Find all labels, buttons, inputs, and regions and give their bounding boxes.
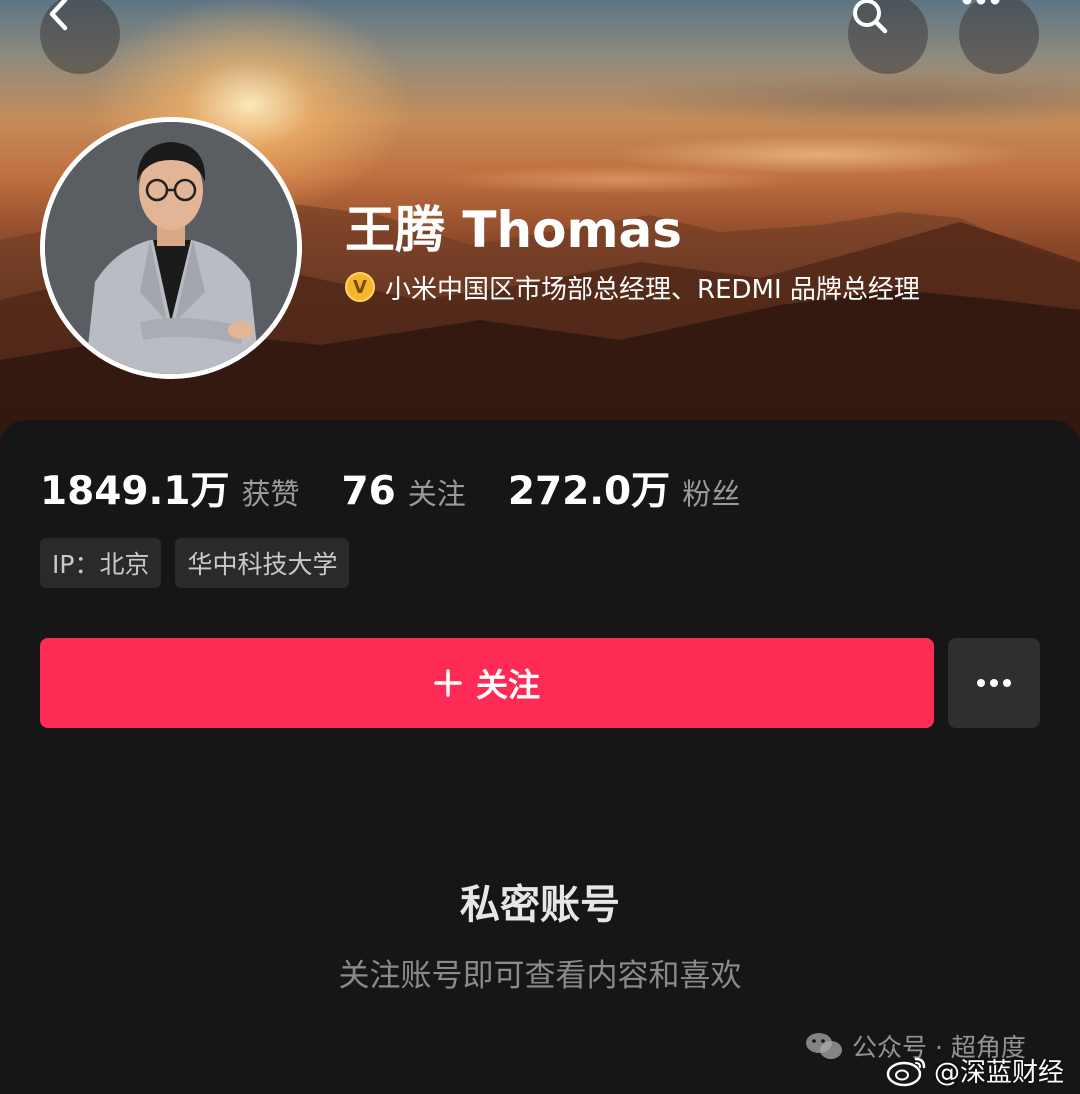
verified-badge-icon: V <box>345 272 375 302</box>
search-icon <box>853 0 888 34</box>
follow-button-label: 关注 <box>475 666 540 704</box>
more-horizontal-icon <box>977 679 1011 687</box>
stat-following[interactable]: 76 关注 <box>342 469 466 514</box>
profile-name: 王腾 Thomas <box>345 201 683 259</box>
weibo-watermark-text: @深蓝财经 <box>934 1057 1065 1088</box>
avatar-portrait <box>45 122 297 374</box>
avatar[interactable] <box>40 117 302 379</box>
tag-ip-location: IP：北京 <box>40 538 162 588</box>
wechat-icon <box>806 1033 842 1059</box>
plus-icon <box>434 669 462 697</box>
profile-tags: IP：北京 华中科技大学 <box>40 538 350 588</box>
stat-likes-value: 1849.1万 <box>40 469 230 514</box>
weibo-watermark: @深蓝财经 <box>886 1052 1064 1088</box>
private-account-title: 私密账号 <box>460 882 620 928</box>
stat-followers[interactable]: 272.0万 粉丝 <box>508 460 740 516</box>
profile-banner: 王腾 Thomas V 小米中国区市场部总经理、REDMI 品牌总经理 <box>0 0 1080 460</box>
tag-school[interactable]: 华中科技大学 <box>175 538 350 588</box>
stat-likes[interactable]: 1849.1万 获赞 <box>40 460 300 516</box>
stat-likes-label: 获赞 <box>241 477 300 511</box>
stat-following-value: 76 <box>341 469 396 514</box>
private-account-subtitle: 关注账号即可查看内容和喜欢 <box>338 958 742 994</box>
stats-row: 1849.1万 获赞 76 关注 272.0万 粉丝 <box>40 460 782 514</box>
verification-text: 小米中国区市场部总经理、REDMI 品牌总经理 <box>385 274 920 305</box>
stat-followers-label: 粉丝 <box>682 477 741 511</box>
verification-row: V 小米中国区市场部总经理、REDMI 品牌总经理 <box>345 268 920 306</box>
follow-button[interactable]: 关注 <box>40 638 934 728</box>
more-actions-button[interactable] <box>948 638 1040 728</box>
chevron-left-icon <box>49 0 68 31</box>
stat-followers-value: 272.0万 <box>507 469 671 514</box>
weibo-icon <box>886 1057 926 1087</box>
profile-page: 王腾 Thomas V 小米中国区市场部总经理、REDMI 品牌总经理 1849… <box>0 0 1080 1094</box>
more-horizontal-icon <box>962 0 1000 5</box>
stat-following-label: 关注 <box>407 477 466 511</box>
